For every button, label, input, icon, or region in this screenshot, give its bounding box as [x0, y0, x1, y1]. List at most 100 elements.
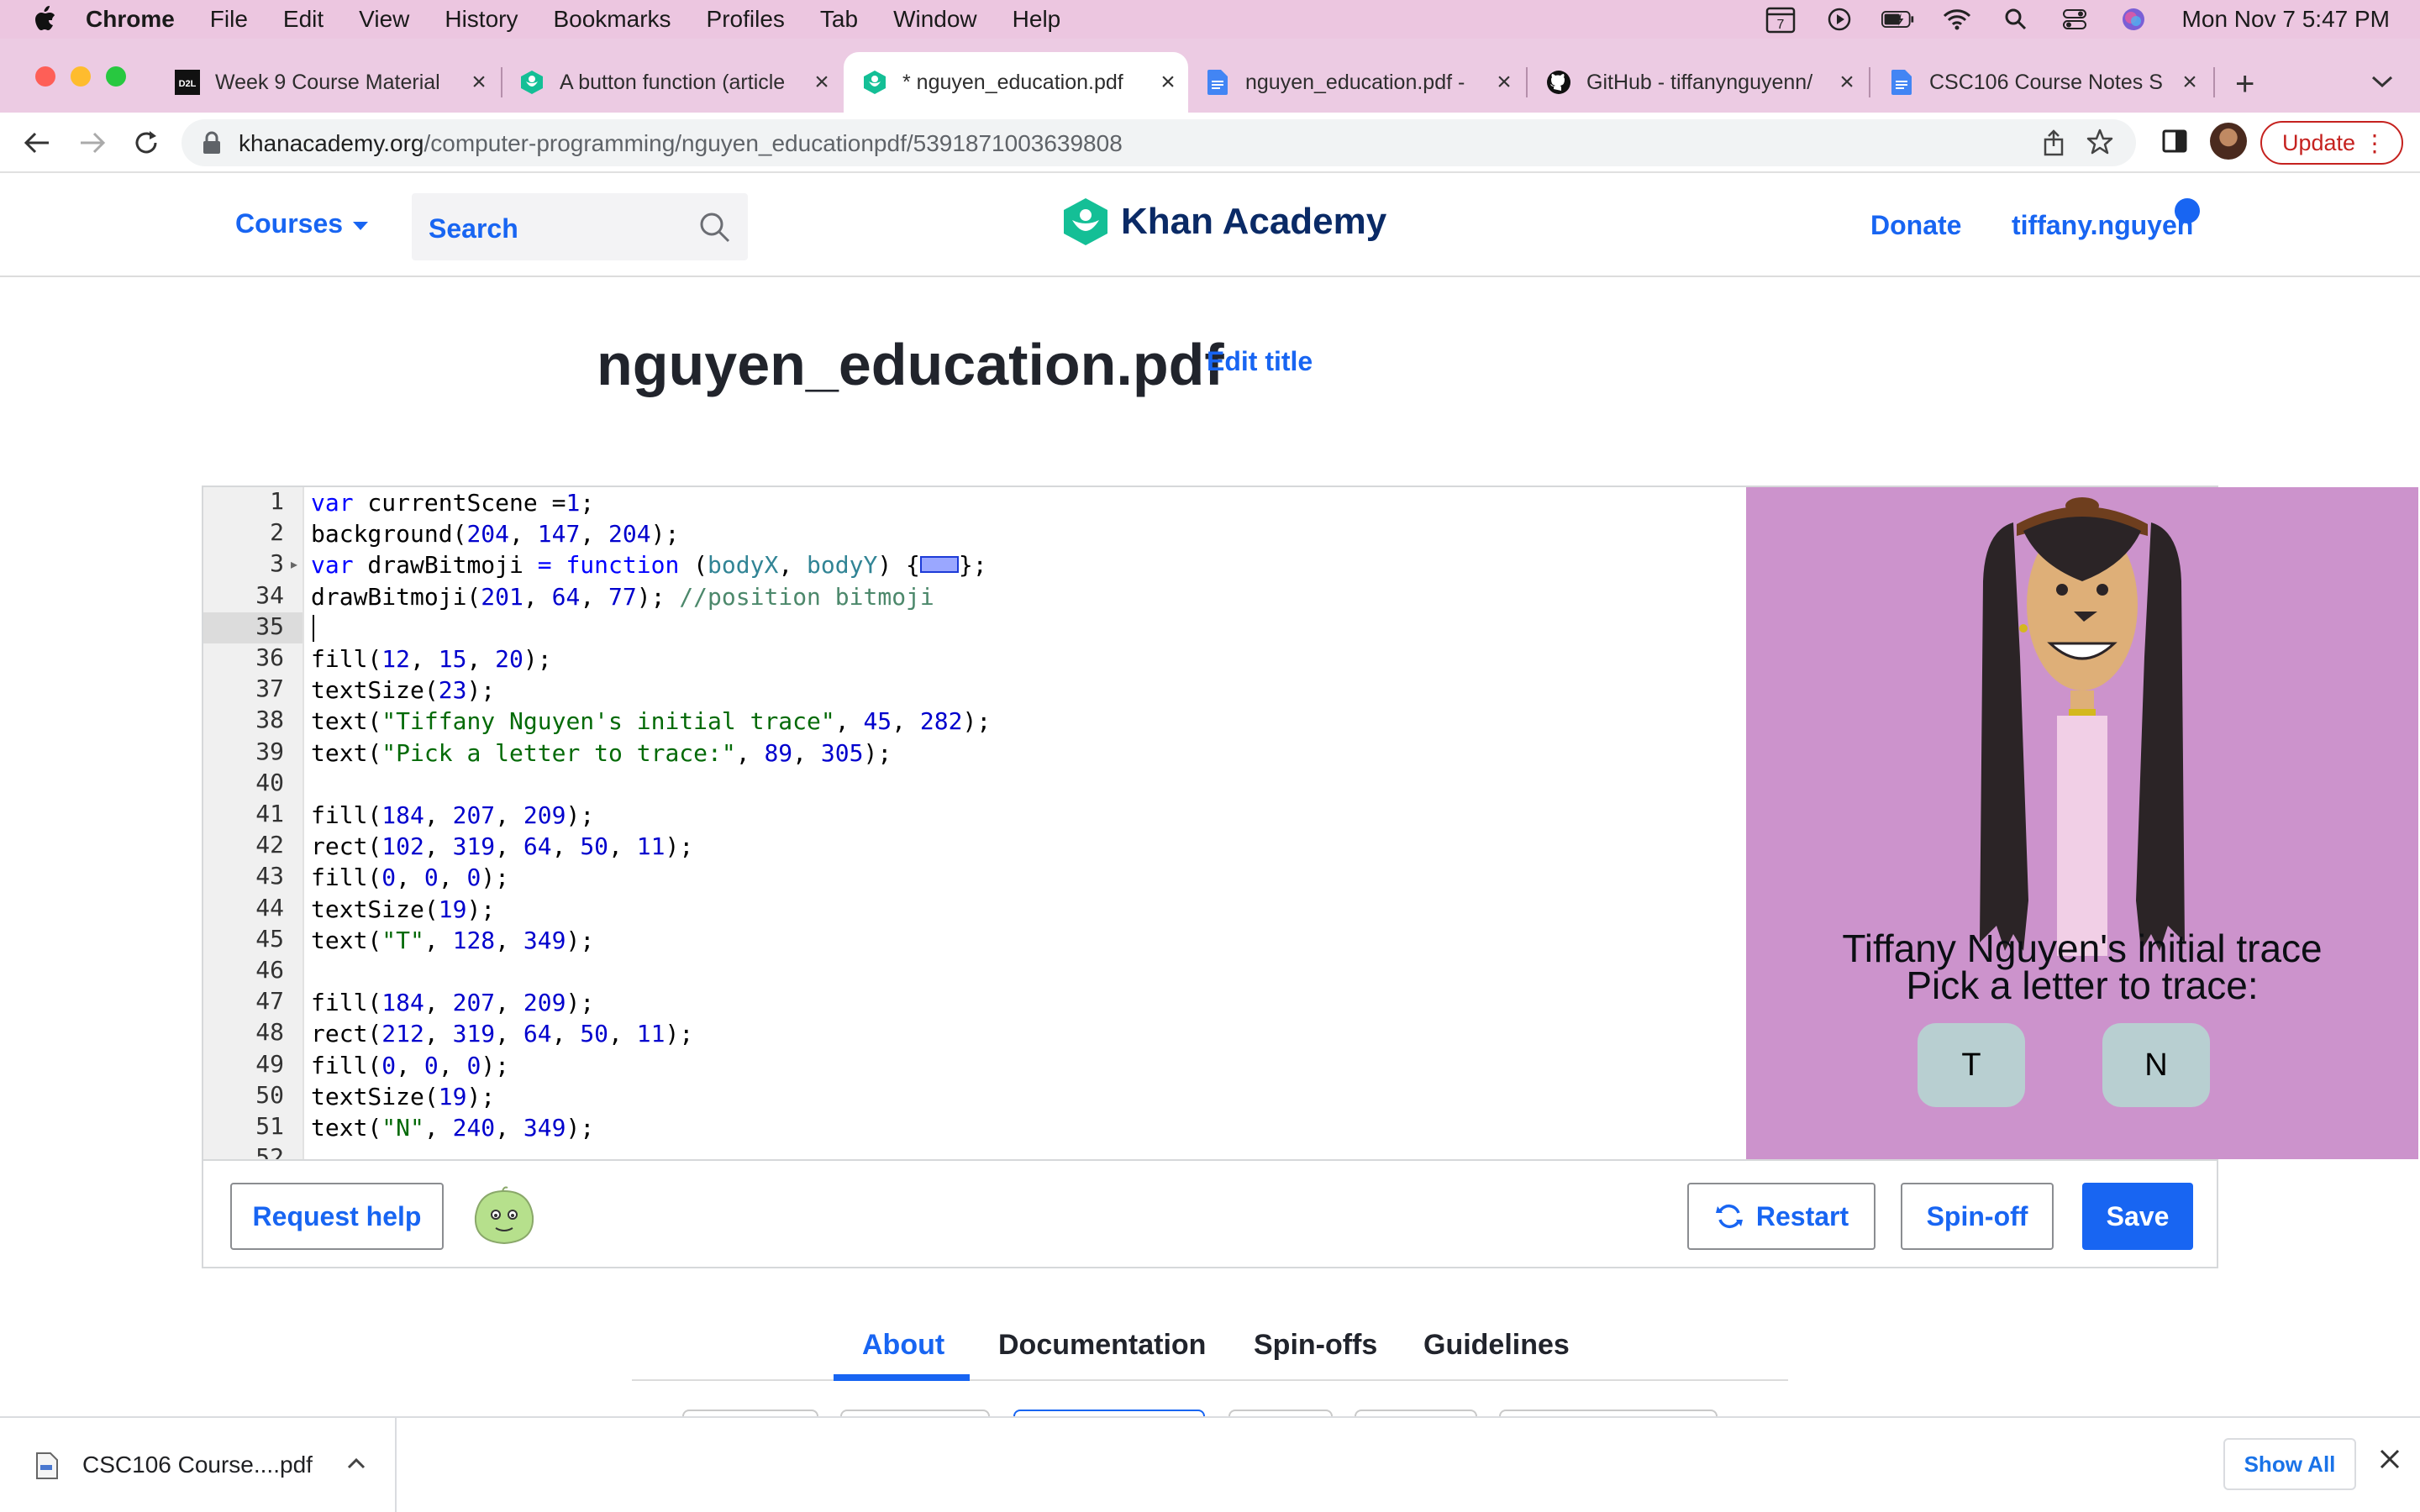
- code-line[interactable]: fill(0, 0, 0);: [311, 1052, 509, 1079]
- new-tab-plus-icon[interactable]: +: [2235, 66, 2254, 103]
- search-icon[interactable]: [697, 210, 731, 244]
- calendar-icon[interactable]: 7: [1764, 5, 1797, 34]
- code-line[interactable]: fill(184, 207, 209);: [311, 801, 594, 829]
- courses-menu[interactable]: Courses: [235, 208, 369, 239]
- menu-history[interactable]: History: [445, 6, 518, 33]
- browser-tab-active[interactable]: * nguyen_education.pdf ×: [844, 52, 1188, 113]
- request-help-button[interactable]: Request help: [230, 1183, 444, 1250]
- apple-logo-icon[interactable]: [32, 5, 57, 34]
- user-menu[interactable]: tiffany.nguyen: [2012, 210, 2193, 241]
- code-line[interactable]: text("T", 128, 349);: [311, 927, 594, 954]
- tab-about[interactable]: About: [862, 1329, 944, 1362]
- share-icon[interactable]: [2040, 129, 2067, 156]
- code-line[interactable]: drawBitmoji(201, 64, 77); //position bit…: [311, 583, 934, 611]
- search-box[interactable]: Search: [412, 193, 748, 260]
- url-text[interactable]: khanacademy.org/computer-programming/ngu…: [239, 130, 1123, 157]
- menu-bar-clock[interactable]: Mon Nov 7 5:47 PM: [2182, 6, 2390, 33]
- code-line[interactable]: text("N", 240, 349);: [311, 1114, 594, 1142]
- menu-bookmarks[interactable]: Bookmarks: [553, 6, 671, 33]
- menu-window[interactable]: Window: [893, 6, 977, 33]
- reload-icon[interactable]: [131, 128, 161, 158]
- download-item[interactable]: CSC106 Course....pdf: [0, 1418, 397, 1512]
- window-close-button[interactable]: [35, 66, 55, 87]
- oh-noes-guy-icon[interactable]: [472, 1186, 536, 1247]
- code-line[interactable]: fill(12, 15, 20);: [311, 645, 552, 673]
- save-button[interactable]: Save: [2082, 1183, 2193, 1250]
- spin-off-button[interactable]: Spin-off: [1901, 1183, 2054, 1250]
- lock-icon[interactable]: [202, 131, 222, 155]
- fold-arrow-icon[interactable]: ▸: [291, 556, 297, 573]
- browser-tab-week9[interactable]: D2L Week 9 Course Material ×: [175, 52, 491, 113]
- restart-button[interactable]: Restart: [1687, 1183, 1876, 1250]
- code-line[interactable]: text("Tiffany Nguyen's initial trace", 4…: [311, 707, 991, 735]
- tab-close-icon[interactable]: ×: [2178, 68, 2202, 97]
- browser-tab-github[interactable]: GitHub - tiffanynguyenn/ ×: [1546, 52, 1859, 113]
- tab-close-icon[interactable]: ×: [1156, 68, 1180, 97]
- tab-close-icon[interactable]: ×: [810, 68, 834, 97]
- code-line[interactable]: text("Pick a letter to trace:", 89, 305)…: [311, 739, 892, 767]
- line-number: 37: [255, 675, 284, 703]
- line-number: 2: [270, 518, 284, 547]
- browser-tab-course-notes[interactable]: CSC106 Course Notes S ×: [1889, 52, 2202, 113]
- trace-t-button[interactable]: T: [1918, 1023, 2025, 1107]
- menu-help[interactable]: Help: [1013, 6, 1061, 33]
- khan-academy-icon: [519, 70, 544, 95]
- forward-arrow-icon[interactable]: [77, 128, 108, 158]
- menu-file[interactable]: File: [210, 6, 248, 33]
- tab-search-chevron-icon[interactable]: [2371, 67, 2393, 94]
- program-output-canvas[interactable]: Tiffany Nguyen's initial trace Pick a le…: [1746, 487, 2418, 1159]
- address-bar[interactable]: khanacademy.org/computer-programming/ngu…: [182, 119, 2136, 166]
- caret-down-icon: [353, 221, 369, 230]
- line-number-gutter: 1 2 3 ▸ 34 35 36 37 38 39 40 41 42 43 44 45 46 47 48 49 50 51…: [203, 487, 304, 1159]
- window-minimize-button[interactable]: [71, 66, 91, 87]
- profile-avatar[interactable]: [2210, 123, 2247, 160]
- tab-close-icon[interactable]: ×: [467, 68, 491, 97]
- bookmark-star-icon[interactable]: [2086, 128, 2114, 156]
- window-zoom-button[interactable]: [106, 66, 126, 87]
- trace-n-button[interactable]: N: [2102, 1023, 2210, 1107]
- text-cursor: [313, 615, 314, 642]
- tab-close-icon[interactable]: ×: [1492, 68, 1516, 97]
- donate-link[interactable]: Donate: [1870, 210, 1961, 241]
- code-line[interactable]: rect(212, 319, 64, 50, 11);: [311, 1020, 693, 1047]
- code-line[interactable]: textSize(23);: [311, 676, 495, 704]
- menu-profiles[interactable]: Profiles: [707, 6, 785, 33]
- wifi-icon[interactable]: [1940, 5, 1974, 34]
- play-circle-icon[interactable]: [1823, 5, 1856, 34]
- control-center-icon[interactable]: [2058, 5, 2091, 34]
- menu-app-name[interactable]: Chrome: [86, 6, 175, 33]
- notification-badge[interactable]: [2175, 198, 2200, 223]
- code-line[interactable]: fill(0, 0, 0);: [311, 864, 509, 891]
- code-editor[interactable]: var currentScene =1; background(204, 147,…: [304, 487, 1746, 1159]
- update-button[interactable]: Update ⋮: [2260, 121, 2403, 165]
- code-line[interactable]: fill(184, 207, 209);: [311, 989, 594, 1016]
- battery-icon[interactable]: [1881, 5, 1915, 34]
- tab-close-icon[interactable]: ×: [1835, 68, 1859, 97]
- browser-tab-google-doc[interactable]: nguyen_education.pdf - ×: [1205, 52, 1516, 113]
- edit-title-link[interactable]: Edit title: [1207, 346, 1313, 377]
- code-line[interactable]: background(204, 147, 204);: [311, 520, 679, 548]
- code-line[interactable]: var drawBitmoji = function (bodyX, bodyY…: [311, 551, 987, 579]
- line-number: 40: [255, 768, 284, 796]
- menu-view[interactable]: View: [359, 6, 409, 33]
- browser-tab-button-article[interactable]: A button function (article ×: [519, 52, 834, 113]
- download-shelf: CSC106 Course....pdf Show All: [0, 1416, 2420, 1512]
- menu-tab[interactable]: Tab: [820, 6, 858, 33]
- tab-documentation[interactable]: Documentation: [998, 1329, 1206, 1362]
- back-arrow-icon[interactable]: [22, 128, 52, 158]
- code-line[interactable]: textSize(19);: [311, 895, 495, 923]
- show-all-downloads-button[interactable]: Show All: [2223, 1438, 2356, 1490]
- folded-code-marker[interactable]: [919, 556, 959, 574]
- menu-edit[interactable]: Edit: [283, 6, 324, 33]
- code-line[interactable]: textSize(19);: [311, 1083, 495, 1110]
- chevron-up-icon[interactable]: [346, 1448, 366, 1477]
- tab-spin-offs[interactable]: Spin-offs: [1254, 1329, 1377, 1362]
- tab-guidelines[interactable]: Guidelines: [1423, 1329, 1570, 1362]
- close-shelf-icon[interactable]: [2378, 1443, 2402, 1478]
- khan-academy-logo[interactable]: Khan Academy: [1062, 197, 1386, 247]
- code-line[interactable]: rect(102, 319, 64, 50, 11);: [311, 832, 693, 860]
- spotlight-search-icon[interactable]: [1999, 5, 2033, 34]
- siri-icon[interactable]: [2117, 5, 2150, 34]
- side-panel-icon[interactable]: [2161, 128, 2188, 155]
- code-line[interactable]: var currentScene =1;: [311, 489, 594, 517]
